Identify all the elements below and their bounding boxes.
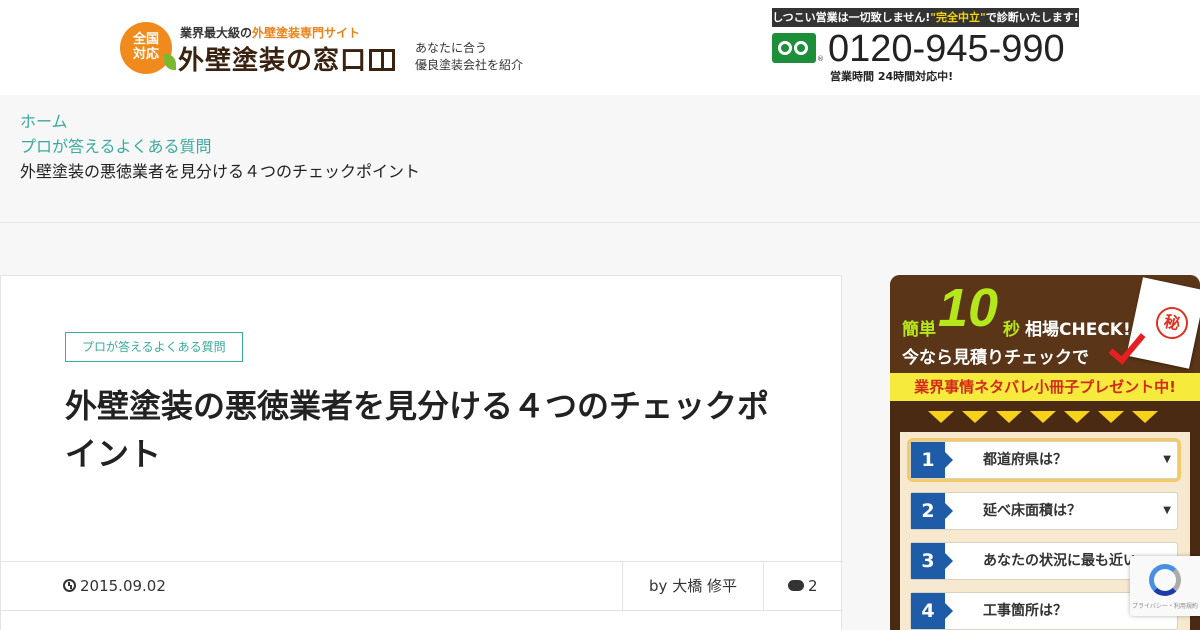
select-label: 工事箇所は？ bbox=[983, 603, 1067, 619]
breadcrumb: ホーム プロが答えるよくある質問 外壁塗装の悪徳業者を見分ける４つのチェックポイ… bbox=[0, 95, 1200, 223]
step-number: 2 bbox=[911, 493, 953, 529]
widget-check-heading: 相場CHECK! bbox=[1025, 320, 1131, 340]
logo-sub-highlight: 外壁塗装専門サイト bbox=[252, 26, 361, 40]
breadcrumb-home-link[interactable]: ホーム bbox=[20, 108, 68, 132]
comments-icon bbox=[788, 580, 804, 591]
step-number: 4 bbox=[911, 593, 953, 629]
step-number: 1 bbox=[911, 442, 953, 478]
tel-note: しつこい営業は一切致しません!"完全中立"で診断いたします! bbox=[772, 8, 1079, 27]
floor-area-select[interactable]: 2 延べ床面積は？ ▼ bbox=[910, 492, 1178, 530]
tel-note-prefix: しつこい営業は一切致しません! bbox=[772, 11, 931, 24]
widget-ribbon: 業界事情ネタバレ小冊子プレゼント中! bbox=[890, 373, 1200, 401]
widget-subheading: 今なら見積りチェックで bbox=[902, 348, 1089, 368]
article-meta: 2015.09.02 by 大橋 修平 2 bbox=[1, 561, 843, 611]
logo-badge-text: 全国 対応 bbox=[132, 32, 159, 62]
chevron-down-icon: ▼ bbox=[1163, 454, 1171, 465]
recaptcha-terms: プライバシー・利用規約 bbox=[1132, 603, 1198, 610]
comments-link[interactable]: 2 bbox=[788, 562, 818, 611]
clock-icon bbox=[63, 579, 76, 592]
post-date-text: 2015.09.02 bbox=[80, 577, 166, 595]
article-title: 外壁塗装の悪徳業者を見分ける４つのチェックポイント bbox=[65, 387, 770, 473]
prefecture-select[interactable]: 1 都道府県は？ ▼ bbox=[910, 441, 1178, 479]
chevron-down-icon: ▼ bbox=[1163, 505, 1171, 516]
post-date: 2015.09.02 bbox=[63, 562, 166, 611]
site-tagline: あなたに合う 優良塗装会社を紹介 bbox=[415, 40, 523, 74]
logo-badge[interactable]: 全国 対応 bbox=[120, 22, 176, 74]
step-number: 3 bbox=[911, 543, 953, 579]
breadcrumb-category-link[interactable]: プロが答えるよくある質問 bbox=[20, 133, 212, 157]
article-card: プロが答えるよくある質問 外壁塗装の悪徳業者を見分ける４つのチェックポイント 2… bbox=[0, 275, 843, 630]
business-hours: 営業時間 24時間対応中! bbox=[830, 70, 954, 83]
tagline-line-2: 優良塗装会社を紹介 bbox=[415, 58, 524, 72]
logo-subtitle: 業界最大級の外壁塗装専門サイト bbox=[180, 24, 360, 41]
leaf-icon bbox=[164, 54, 176, 70]
down-arrows-icon bbox=[928, 411, 1166, 423]
phone-number-link[interactable]: 0120-945-990 bbox=[828, 28, 1065, 71]
recaptcha-icon bbox=[1149, 564, 1181, 596]
select-label: 都道府県は？ bbox=[983, 452, 1067, 468]
select-label: あなたの状況に最も近い bbox=[983, 553, 1137, 569]
site-logo[interactable]: 外壁塗装の窓口 bbox=[178, 40, 396, 77]
author-link[interactable]: by 大橋 修平 bbox=[622, 562, 764, 611]
logo-sub-prefix: 業界最大級の bbox=[180, 26, 253, 40]
widget-byo: 秒 bbox=[1003, 320, 1020, 340]
recaptcha-badge[interactable]: プライバシー・利用規約 bbox=[1130, 556, 1200, 616]
window-icon bbox=[369, 49, 396, 71]
logo-text: 外壁塗装の窓口 bbox=[178, 46, 368, 76]
tel-note-suffix: で診断いたします! bbox=[985, 11, 1079, 24]
comment-count: 2 bbox=[808, 577, 818, 595]
tagline-line-1: あなたに合う bbox=[415, 41, 488, 55]
site-header: 全国 対応 業界最大級の外壁塗装専門サイト 外壁塗装の窓口 あなたに合う 優良塗… bbox=[0, 0, 1200, 95]
widget-kantan: 簡単 bbox=[902, 320, 936, 340]
widget-ten: 10 bbox=[938, 278, 999, 338]
breadcrumb-current: 外壁塗装の悪徳業者を見分ける４つのチェックポイント bbox=[20, 162, 421, 181]
select-label: 延べ床面積は？ bbox=[983, 503, 1081, 519]
freedial-icon bbox=[772, 33, 816, 63]
registered-mark: ® bbox=[817, 55, 824, 63]
tel-note-highlight: "完全中立" bbox=[930, 11, 986, 24]
category-tag-link[interactable]: プロが答えるよくある質問 bbox=[65, 332, 243, 362]
